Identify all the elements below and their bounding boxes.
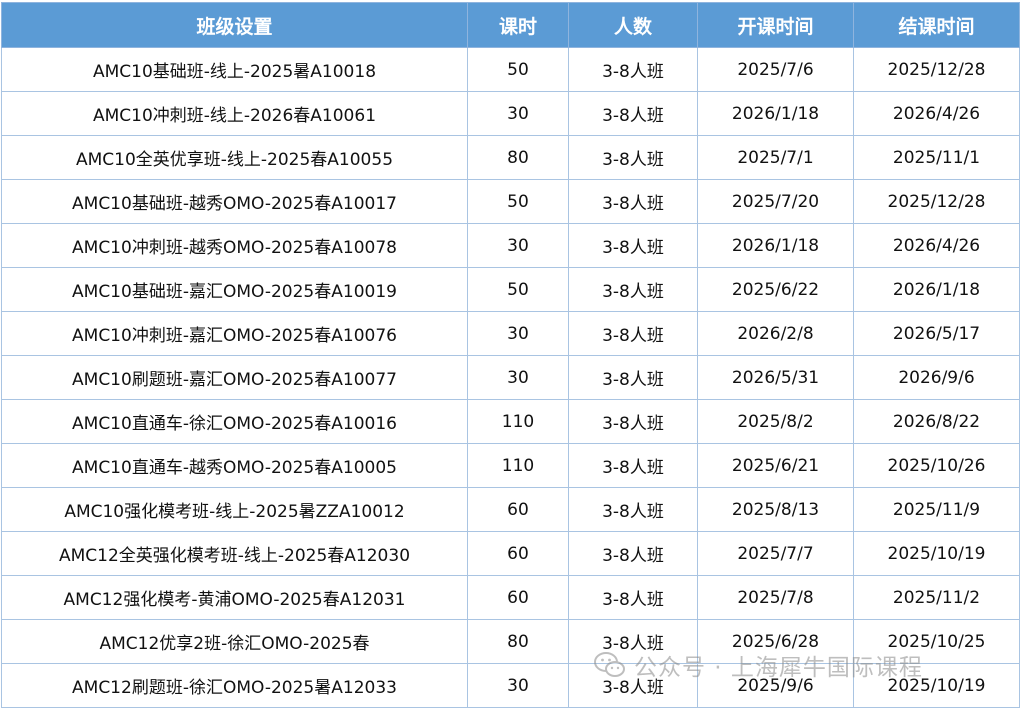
class-schedule-table: 班级设置 课时 人数 开课时间 结课时间 AMC10基础班-线上-2025暑A1… — [1, 2, 1020, 708]
cell-class-size: 3-8人班 — [568, 575, 698, 620]
cell-class-name: AMC10基础班-越秀OMO-2025春A10017 — [1, 179, 468, 224]
cell-class-size: 3-8人班 — [568, 663, 698, 708]
table-row: AMC10刷题班-嘉汇OMO-2025春A10077 30 3-8人班 2026… — [1, 355, 1020, 400]
cell-end-date: 2025/12/28 — [853, 47, 1020, 92]
cell-start-date: 2025/6/21 — [697, 443, 854, 488]
cell-start-date: 2025/6/28 — [697, 619, 854, 664]
cell-class-size: 3-8人班 — [568, 179, 698, 224]
cell-hours: 50 — [467, 267, 569, 312]
cell-start-date: 2025/9/6 — [697, 663, 854, 708]
cell-class-size: 3-8人班 — [568, 311, 698, 356]
cell-hours: 50 — [467, 179, 569, 224]
cell-class-size: 3-8人班 — [568, 399, 698, 444]
table-row: AMC10基础班-线上-2025暑A10018 50 3-8人班 2025/7/… — [1, 47, 1020, 92]
cell-start-date: 2025/7/6 — [697, 47, 854, 92]
header-class-size: 人数 — [568, 2, 698, 48]
cell-hours: 80 — [467, 619, 569, 664]
cell-class-name: AMC10冲刺班-线上-2026春A10061 — [1, 91, 468, 136]
cell-hours: 30 — [467, 663, 569, 708]
table-body: AMC10基础班-线上-2025暑A10018 50 3-8人班 2025/7/… — [1, 47, 1020, 708]
cell-end-date: 2025/10/25 — [853, 619, 1020, 664]
cell-end-date: 2026/1/18 — [853, 267, 1020, 312]
cell-start-date: 2026/1/18 — [697, 91, 854, 136]
table-row: AMC10全英优享班-线上-2025春A10055 80 3-8人班 2025/… — [1, 135, 1020, 180]
cell-start-date: 2026/2/8 — [697, 311, 854, 356]
header-row: 班级设置 课时 人数 开课时间 结课时间 — [1, 2, 1020, 48]
table-row: AMC12强化模考-黄浦OMO-2025春A12031 60 3-8人班 202… — [1, 575, 1020, 620]
cell-start-date: 2025/8/13 — [697, 487, 854, 532]
cell-class-name: AMC10强化模考班-线上-2025暑ZZA10012 — [1, 487, 468, 532]
cell-class-name: AMC10冲刺班-嘉汇OMO-2025春A10076 — [1, 311, 468, 356]
cell-hours: 60 — [467, 575, 569, 620]
cell-class-size: 3-8人班 — [568, 355, 698, 400]
header-class-setting: 班级设置 — [1, 2, 468, 48]
cell-hours: 110 — [467, 443, 569, 488]
cell-class-name: AMC10基础班-嘉汇OMO-2025春A10019 — [1, 267, 468, 312]
cell-class-name: AMC10刷题班-嘉汇OMO-2025春A10077 — [1, 355, 468, 400]
table-row: AMC12全英强化模考班-线上-2025春A12030 60 3-8人班 202… — [1, 531, 1020, 576]
table-row: AMC10直通车-徐汇OMO-2025春A10016 110 3-8人班 202… — [1, 399, 1020, 444]
table-row: AMC12刷题班-徐汇OMO-2025暑A12033 30 3-8人班 2025… — [1, 663, 1020, 708]
cell-start-date: 2025/8/2 — [697, 399, 854, 444]
cell-hours: 50 — [467, 47, 569, 92]
cell-hours: 80 — [467, 135, 569, 180]
cell-start-date: 2025/6/22 — [697, 267, 854, 312]
cell-class-name: AMC12刷题班-徐汇OMO-2025暑A12033 — [1, 663, 468, 708]
cell-class-size: 3-8人班 — [568, 267, 698, 312]
cell-end-date: 2026/4/26 — [853, 223, 1020, 268]
cell-end-date: 2025/10/26 — [853, 443, 1020, 488]
cell-hours: 30 — [467, 91, 569, 136]
cell-start-date: 2025/7/7 — [697, 531, 854, 576]
cell-start-date: 2025/7/1 — [697, 135, 854, 180]
cell-class-size: 3-8人班 — [568, 619, 698, 664]
header-end-date: 结课时间 — [853, 2, 1020, 48]
table-row: AMC10冲刺班-线上-2026春A10061 30 3-8人班 2026/1/… — [1, 91, 1020, 136]
cell-end-date: 2025/12/28 — [853, 179, 1020, 224]
table-row: AMC10强化模考班-线上-2025暑ZZA10012 60 3-8人班 202… — [1, 487, 1020, 532]
cell-end-date: 2025/10/19 — [853, 531, 1020, 576]
cell-end-date: 2025/11/1 — [853, 135, 1020, 180]
table-row: AMC10基础班-越秀OMO-2025春A10017 50 3-8人班 2025… — [1, 179, 1020, 224]
cell-class-name: AMC10直通车-越秀OMO-2025春A10005 — [1, 443, 468, 488]
table-row: AMC10直通车-越秀OMO-2025春A10005 110 3-8人班 202… — [1, 443, 1020, 488]
cell-end-date: 2026/9/6 — [853, 355, 1020, 400]
cell-hours: 30 — [467, 355, 569, 400]
cell-class-name: AMC10基础班-线上-2025暑A10018 — [1, 47, 468, 92]
cell-end-date: 2025/11/9 — [853, 487, 1020, 532]
cell-end-date: 2025/11/2 — [853, 575, 1020, 620]
table-row: AMC12优享2班-徐汇OMO-2025春 80 3-8人班 2025/6/28… — [1, 619, 1020, 664]
cell-class-name: AMC10直通车-徐汇OMO-2025春A10016 — [1, 399, 468, 444]
cell-hours: 110 — [467, 399, 569, 444]
cell-hours: 60 — [467, 487, 569, 532]
cell-start-date: 2026/1/18 — [697, 223, 854, 268]
cell-end-date: 2026/8/22 — [853, 399, 1020, 444]
cell-class-size: 3-8人班 — [568, 47, 698, 92]
cell-start-date: 2025/7/20 — [697, 179, 854, 224]
cell-start-date: 2025/7/8 — [697, 575, 854, 620]
cell-class-size: 3-8人班 — [568, 223, 698, 268]
cell-class-size: 3-8人班 — [568, 135, 698, 180]
cell-class-name: AMC10全英优享班-线上-2025春A10055 — [1, 135, 468, 180]
cell-class-size: 3-8人班 — [568, 487, 698, 532]
cell-class-size: 3-8人班 — [568, 91, 698, 136]
table-row: AMC10基础班-嘉汇OMO-2025春A10019 50 3-8人班 2025… — [1, 267, 1020, 312]
cell-end-date: 2025/10/19 — [853, 663, 1020, 708]
cell-class-name: AMC12优享2班-徐汇OMO-2025春 — [1, 619, 468, 664]
cell-hours: 30 — [467, 311, 569, 356]
table-row: AMC10冲刺班-越秀OMO-2025春A10078 30 3-8人班 2026… — [1, 223, 1020, 268]
table-row: AMC10冲刺班-嘉汇OMO-2025春A10076 30 3-8人班 2026… — [1, 311, 1020, 356]
table-header: 班级设置 课时 人数 开课时间 结课时间 — [1, 2, 1020, 48]
cell-end-date: 2026/4/26 — [853, 91, 1020, 136]
cell-hours: 60 — [467, 531, 569, 576]
header-hours: 课时 — [467, 2, 569, 48]
cell-class-name: AMC10冲刺班-越秀OMO-2025春A10078 — [1, 223, 468, 268]
cell-class-name: AMC12全英强化模考班-线上-2025春A12030 — [1, 531, 468, 576]
cell-class-size: 3-8人班 — [568, 531, 698, 576]
cell-start-date: 2026/5/31 — [697, 355, 854, 400]
cell-hours: 30 — [467, 223, 569, 268]
cell-class-size: 3-8人班 — [568, 443, 698, 488]
header-start-date: 开课时间 — [697, 2, 854, 48]
cell-class-name: AMC12强化模考-黄浦OMO-2025春A12031 — [1, 575, 468, 620]
cell-end-date: 2026/5/17 — [853, 311, 1020, 356]
